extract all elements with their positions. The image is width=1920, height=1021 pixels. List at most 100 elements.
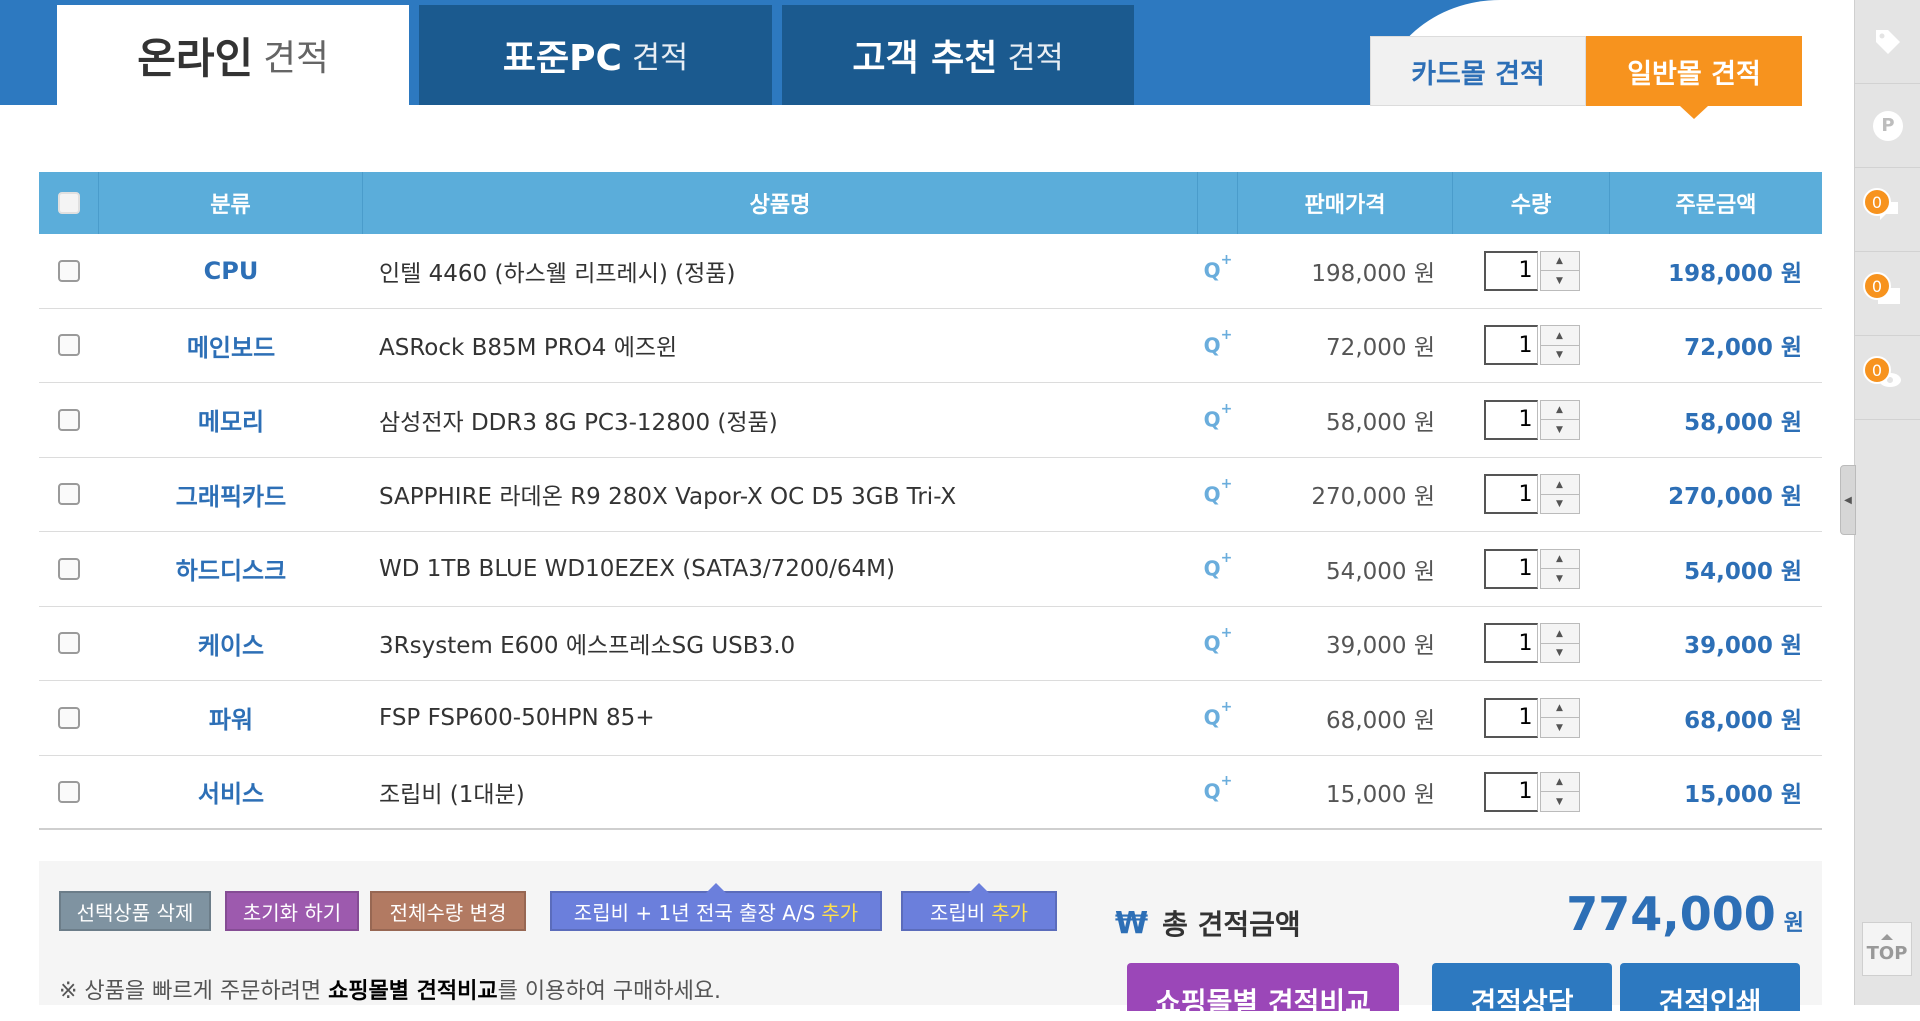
zoom-label: Q+ — [1204, 476, 1233, 507]
quantity-down-icon[interactable]: ▼ — [1540, 494, 1579, 514]
row-select-cell — [39, 309, 99, 383]
rail-tag-item[interactable] — [1855, 0, 1920, 84]
delete-selected-button[interactable]: 선택상품 삭제 — [59, 891, 211, 931]
quantity-input[interactable]: 1 — [1483, 399, 1538, 440]
row-select-cell — [39, 458, 99, 532]
row-amount: 15,000 원 — [1684, 781, 1802, 808]
zoom-in-icon[interactable]: Q+ — [1198, 383, 1238, 457]
row-amount: 198,000 원 — [1668, 260, 1802, 287]
header-select-all — [39, 172, 99, 234]
quantity-input[interactable]: 1 — [1483, 771, 1538, 812]
estimate-consult-button[interactable]: 견적상담 — [1432, 963, 1612, 1019]
quantity-input[interactable]: 1 — [1483, 250, 1538, 291]
estimate-print-button[interactable]: 견적인쇄 — [1620, 963, 1800, 1019]
rail-collapse-toggle[interactable]: ◀ — [1840, 465, 1856, 535]
row-quantity-stepper: 1 ▲ ▼ — [1453, 234, 1610, 308]
quantity-down-icon[interactable]: ▼ — [1540, 271, 1579, 290]
note-suffix: 를 이용하여 구매하세요. — [497, 979, 722, 1004]
total-label: ₩ 총 견적금액 — [1115, 903, 1301, 943]
estimate-table: 분류 상품명 판매가격 수량 주문금액 CPU 인텔 4460 (하스웰 리프레시… — [39, 172, 1822, 830]
row-category[interactable]: 그래픽카드 — [99, 458, 363, 532]
row-checkbox[interactable] — [58, 632, 80, 655]
quantity-input[interactable]: 1 — [1483, 548, 1538, 589]
row-category[interactable]: 메인보드 — [99, 309, 363, 383]
row-category[interactable]: 케이스 — [99, 607, 363, 681]
row-category[interactable]: 메모리 — [99, 383, 363, 457]
row-category[interactable]: 파워 — [99, 681, 363, 755]
tab-standard-pc-estimate[interactable]: 표준PC 견적 — [419, 5, 772, 105]
table-row: 메모리 삼성전자 DDR3 8G PC3-12800 (정품) Q+ 58,000 원… — [39, 383, 1822, 458]
row-category[interactable]: CPU — [99, 234, 363, 308]
row-select-cell — [39, 681, 99, 755]
quantity-down-icon[interactable]: ▼ — [1540, 345, 1579, 365]
rail-recent-item[interactable]: 0 — [1855, 336, 1920, 420]
quantity-up-icon[interactable]: ▲ — [1540, 475, 1579, 495]
total-amount-value: 774,000 — [1566, 887, 1776, 941]
scroll-top-button[interactable]: TOP — [1862, 922, 1912, 976]
quantity-input[interactable]: 1 — [1483, 325, 1538, 366]
quantity-up-icon[interactable]: ▲ — [1540, 772, 1579, 793]
row-product-name: SAPPHIRE 라데온 R9 280X Vapor-X OC D5 3GB T… — [379, 484, 957, 511]
quantity-input[interactable]: 1 — [1483, 697, 1538, 738]
button-pointer — [706, 883, 726, 893]
row-checkbox[interactable] — [58, 557, 80, 580]
table-header: 분류 상품명 판매가격 수량 주문금액 — [39, 172, 1822, 234]
rail-cart-item[interactable]: 0 — [1855, 252, 1920, 336]
tab-online-sub: 견적 — [263, 37, 329, 79]
won-icon: ₩ — [1115, 905, 1149, 941]
quantity-down-icon[interactable]: ▼ — [1540, 643, 1579, 663]
row-category[interactable]: 하드디스크 — [99, 532, 363, 606]
header: 온라인 견적 표준PC 견적 고객 추천 견적 카드몰 견적 일반몰 견적 — [0, 0, 1850, 119]
button-pointer — [969, 883, 989, 893]
card-mall-estimate-button[interactable]: 카드몰 견적 — [1370, 36, 1586, 106]
change-all-qty-button[interactable]: 전체수량 변경 — [370, 891, 526, 931]
quantity-spinner: ▲ ▼ — [1539, 250, 1580, 291]
row-checkbox[interactable] — [58, 408, 80, 431]
zoom-in-icon[interactable]: Q+ — [1198, 681, 1238, 755]
quantity-up-icon[interactable]: ▲ — [1540, 624, 1579, 644]
zoom-plus: + — [1220, 550, 1233, 567]
quantity-up-icon[interactable]: ▲ — [1540, 549, 1579, 570]
zoom-plus: + — [1220, 475, 1233, 492]
row-price: 198,000 원 — [1311, 260, 1435, 287]
tab-customer-recommend-estimate[interactable]: 고객 추천 견적 — [782, 5, 1134, 105]
caret-up-icon — [1881, 934, 1893, 940]
rail-point-item[interactable]: P — [1855, 84, 1920, 168]
quantity-up-icon[interactable]: ▲ — [1540, 400, 1579, 421]
zoom-in-icon[interactable]: Q+ — [1198, 234, 1238, 308]
comment-count-badge: 0 — [1863, 188, 1891, 216]
reset-button[interactable]: 초기화 하기 — [225, 891, 359, 931]
quantity-spinner: ▲ ▼ — [1539, 623, 1580, 664]
general-mall-estimate-button[interactable]: 일반몰 견적 — [1586, 36, 1802, 106]
zoom-in-icon[interactable]: Q+ — [1198, 607, 1238, 681]
tab-online-estimate[interactable]: 온라인 견적 — [57, 5, 409, 105]
compare-by-mall-button[interactable]: 쇼핑몰별 견적비교 — [1127, 963, 1399, 1019]
add-assembly-as-button[interactable]: 조립비 + 1년 전국 출장 A/S 추가 — [550, 883, 882, 931]
row-checkbox[interactable] — [58, 483, 80, 506]
quantity-down-icon[interactable]: ▼ — [1540, 420, 1579, 439]
quantity-up-icon[interactable]: ▲ — [1540, 251, 1579, 272]
quantity-input[interactable]: 1 — [1483, 623, 1538, 664]
row-checkbox[interactable] — [58, 780, 80, 803]
quantity-down-icon[interactable]: ▼ — [1540, 569, 1579, 588]
quantity-down-icon[interactable]: ▼ — [1540, 792, 1579, 811]
quantity-input[interactable]: 1 — [1483, 474, 1538, 515]
rail-comment-item[interactable]: 0 — [1855, 168, 1920, 252]
header-price: 판매가격 — [1238, 172, 1453, 234]
row-checkbox[interactable] — [58, 259, 80, 282]
total-amount-unit: 원 — [1783, 911, 1804, 936]
add-assembly-button[interactable]: 조립비 추가 — [901, 883, 1057, 931]
row-checkbox[interactable] — [58, 706, 80, 729]
select-all-checkbox[interactable] — [57, 192, 80, 214]
row-category[interactable]: 서비스 — [99, 756, 363, 829]
zoom-in-icon[interactable]: Q+ — [1198, 309, 1238, 383]
row-checkbox[interactable] — [58, 334, 80, 357]
zoom-in-icon[interactable]: Q+ — [1198, 532, 1238, 606]
zoom-in-icon[interactable]: Q+ — [1198, 756, 1238, 829]
active-mall-indicator — [1680, 106, 1708, 119]
quantity-up-icon[interactable]: ▲ — [1540, 698, 1579, 719]
total-amount: 774,000 원 — [1566, 887, 1804, 941]
zoom-in-icon[interactable]: Q+ — [1198, 458, 1238, 532]
quantity-down-icon[interactable]: ▼ — [1540, 718, 1579, 737]
quantity-up-icon[interactable]: ▲ — [1540, 326, 1579, 346]
